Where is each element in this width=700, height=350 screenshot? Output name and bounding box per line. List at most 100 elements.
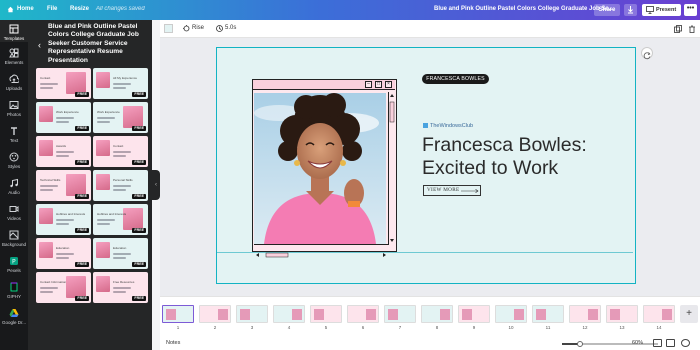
page-thumbnail[interactable]: [458, 305, 490, 323]
page-thumbnail[interactable]: [273, 305, 305, 323]
page-number: 9: [472, 325, 476, 330]
page-thumbnail[interactable]: [606, 305, 638, 323]
rail-item-text[interactable]: Text: [0, 126, 28, 143]
rail-item-giphy[interactable]: GIPHY: [0, 282, 28, 299]
free-badge: FREE: [132, 296, 146, 301]
fullscreen-icon[interactable]: [666, 339, 675, 347]
document-title[interactable]: Blue and Pink Outline Pastel Colors Coll…: [434, 6, 614, 12]
editor-toolbar: Rise 5.0s: [160, 20, 700, 38]
template-thumbnail[interactable]: Technical Skills FREE: [36, 170, 91, 201]
zoom-slider-knob[interactable]: [576, 340, 583, 347]
copy-icon[interactable]: [674, 25, 682, 33]
template-thumbnail[interactable]: Work Experience FREE: [93, 102, 148, 133]
template-thumbnail[interactable]: Contact FREE: [93, 136, 148, 167]
animate-button[interactable]: Rise: [183, 25, 204, 32]
template-thumbnail[interactable]: Contact Information FREE: [36, 272, 91, 303]
rail-item-styles[interactable]: Styles: [0, 152, 28, 169]
page-thumbnail[interactable]: [236, 305, 268, 323]
vertical-scrollbar[interactable]: [388, 92, 395, 245]
home-link[interactable]: Home: [17, 6, 34, 12]
page-number: 3: [250, 325, 254, 330]
portrait-photo[interactable]: [254, 93, 386, 244]
thumbnail-text-line: [40, 291, 53, 293]
page-thumbnail-photo: [240, 309, 250, 320]
page-thumbnail-photo: [292, 309, 302, 320]
zoom-value[interactable]: 60%: [632, 340, 643, 346]
thumbnail-label: Work Experience: [56, 110, 79, 114]
rail-item-uploads[interactable]: Uploads: [0, 74, 28, 91]
rail-item-photos[interactable]: Photos: [0, 100, 28, 117]
home-icon[interactable]: [7, 6, 14, 13]
template-thumbnail[interactable]: Personal Skills FREE: [93, 170, 148, 201]
free-badge: FREE: [132, 92, 146, 97]
rail-item-templates[interactable]: Templates: [0, 20, 28, 42]
timing-button[interactable]: 5.0s: [216, 25, 236, 32]
rail-label-pexels: Pexels: [7, 268, 21, 273]
template-thumbnail[interactable]: Work Experience FREE: [36, 102, 91, 133]
page-thumbnail[interactable]: [495, 305, 527, 323]
background-color-swatch[interactable]: [164, 24, 173, 33]
svg-text:P: P: [12, 259, 16, 266]
rail-label-photos: Photos: [6, 112, 21, 117]
rail-label-uploads: Uploads: [5, 86, 23, 91]
present-button[interactable]: Present: [642, 4, 681, 16]
page-thumbnail[interactable]: [347, 305, 379, 323]
rail-item-elements[interactable]: Elements: [0, 48, 28, 65]
thumbnail-photo: [96, 140, 110, 156]
thumbnail-label: Awards: [56, 144, 66, 148]
rail-item-videos[interactable]: Videos: [0, 204, 28, 221]
status-bar: Notes 60%: [160, 336, 700, 350]
template-thumbnail[interactable]: Hobbies and Interests FREE: [93, 204, 148, 235]
page-thumbnail[interactable]: [310, 305, 342, 323]
grid-view-icon[interactable]: [653, 339, 662, 347]
template-thumbnail[interactable]: Hobbies and Interests FREE: [36, 204, 91, 235]
page-thumbnail[interactable]: [643, 305, 675, 323]
thumbnail-text-line: [56, 219, 74, 221]
trash-icon[interactable]: [688, 25, 696, 33]
page-thumbnail[interactable]: [532, 305, 564, 323]
collapse-panel-handle[interactable]: ‹: [152, 170, 160, 200]
resize-button[interactable]: Resize: [70, 6, 89, 12]
rail-item-background[interactable]: Background: [0, 230, 28, 247]
page-thumbnail[interactable]: [569, 305, 601, 323]
free-badge: FREE: [75, 160, 89, 165]
retro-window-frame[interactable]: – □ ×: [252, 79, 397, 258]
name-pill[interactable]: FRANCESCA BOWLES: [422, 74, 489, 84]
page-thumbnail[interactable]: [384, 305, 416, 323]
view-more-button[interactable]: VIEW MORE: [423, 185, 481, 196]
help-icon[interactable]: [681, 339, 690, 347]
template-thumbnail[interactable]: Awards FREE: [36, 136, 91, 167]
add-page-button[interactable]: +: [680, 305, 698, 323]
template-thumbnail[interactable]: All My Experience FREE: [93, 68, 148, 99]
notes-button[interactable]: Notes: [166, 340, 180, 346]
free-badge: FREE: [132, 262, 146, 267]
template-thumbnail[interactable]: Free Resources FREE: [93, 272, 148, 303]
rail-item-google-drive[interactable]: Google Dr...: [0, 308, 28, 325]
share-button[interactable]: Share: [594, 4, 620, 16]
thumbnail-photo: [66, 174, 86, 196]
rail-item-pexels[interactable]: P Pexels: [0, 256, 28, 273]
thumbnail-text-line: [113, 257, 126, 259]
file-menu[interactable]: File: [47, 6, 57, 12]
save-status: All changes saved: [96, 6, 145, 12]
rail-item-audio[interactable]: Audio: [0, 178, 28, 195]
download-button[interactable]: [624, 4, 637, 16]
refresh-icon[interactable]: [641, 47, 653, 60]
text-icon: [11, 127, 17, 135]
back-chevron-icon[interactable]: ‹: [38, 40, 41, 50]
template-thumbnail[interactable]: Education FREE: [93, 238, 148, 269]
thumbnail-text-line: [113, 253, 131, 255]
zoom-slider[interactable]: [562, 340, 658, 347]
thumbnail-text-line: [97, 117, 115, 119]
slide-headline[interactable]: Francesca Bowles: Excited to Work: [422, 134, 622, 180]
horizontal-scrollbar[interactable]: [254, 244, 388, 258]
thumbnail-label: Hobbies and Interests: [56, 212, 86, 216]
more-options-button[interactable]: •••: [684, 4, 697, 16]
page-thumbnail[interactable]: [162, 305, 194, 323]
page-thumbnail[interactable]: [199, 305, 231, 323]
template-thumbnail[interactable]: Education FREE: [36, 238, 91, 269]
template-thumbnail[interactable]: Contact FREE: [36, 68, 91, 99]
headline-line-2: Excited to Work: [422, 157, 559, 179]
rail-label-text: Text: [9, 138, 19, 143]
page-thumbnail[interactable]: [421, 305, 453, 323]
